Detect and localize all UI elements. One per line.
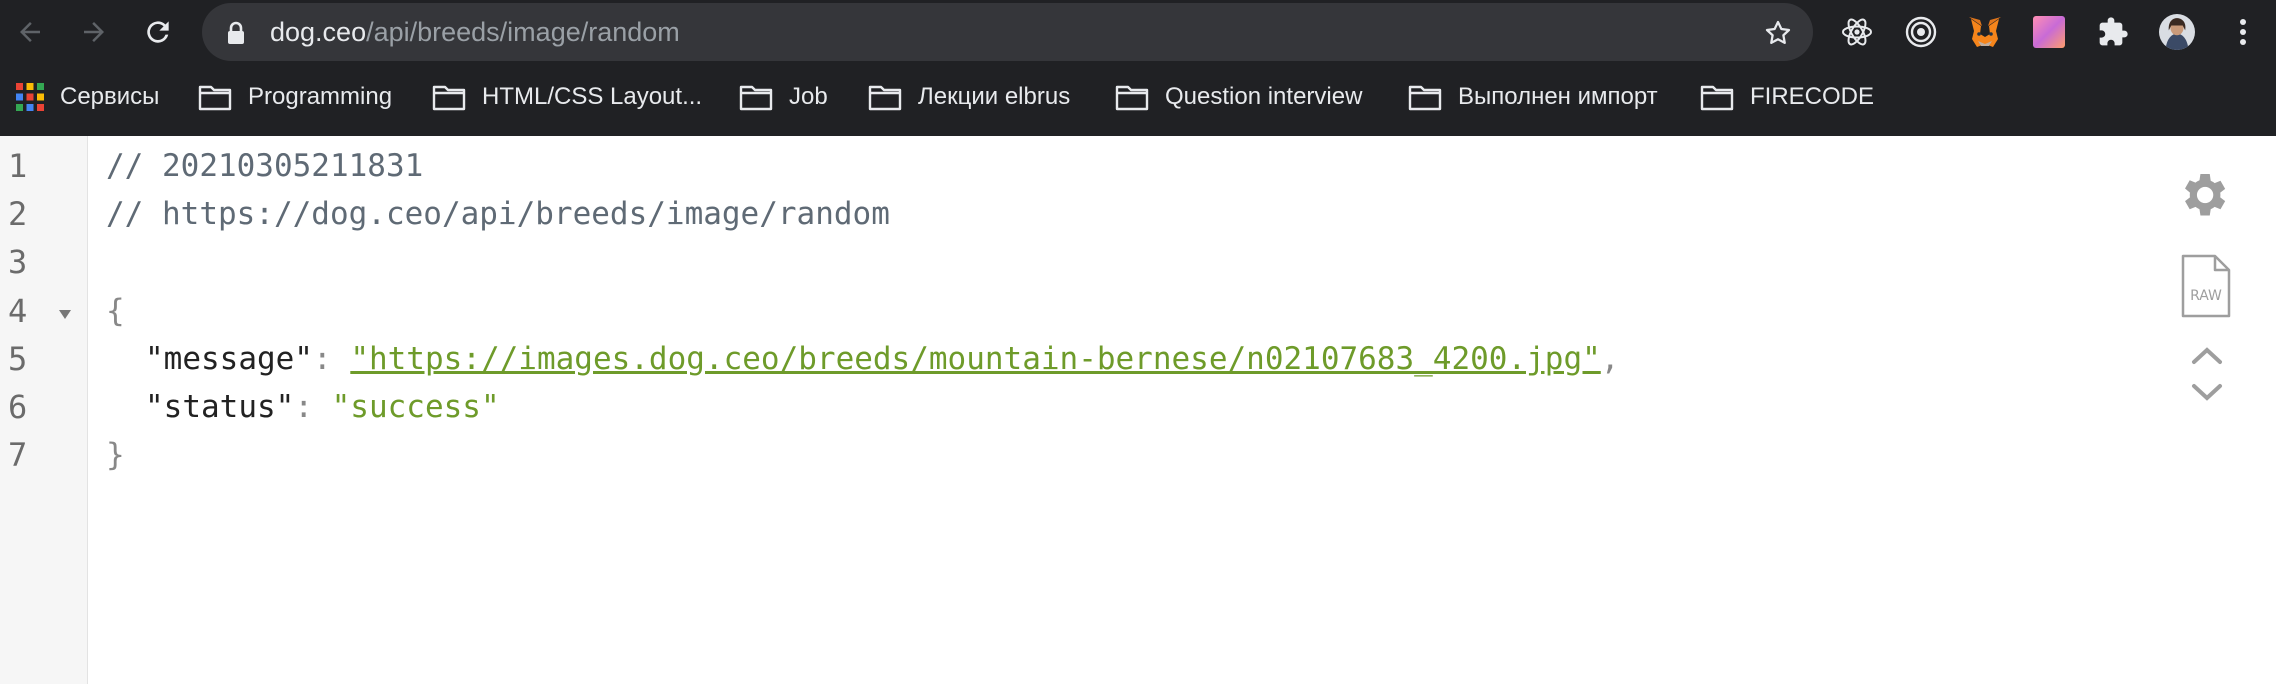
- react-devtools-icon[interactable]: [1839, 14, 1875, 50]
- line-number: 5: [8, 340, 28, 378]
- extensions-puzzle-icon[interactable]: [2095, 14, 2131, 50]
- reload-icon[interactable]: [140, 14, 176, 50]
- json-colon: :: [294, 389, 332, 425]
- json-entry-message: "message": "https://images.dog.ceo/breed…: [145, 341, 1619, 377]
- comment-timestamp: // 20210305211831: [106, 148, 424, 184]
- json-key: "status": [145, 389, 295, 425]
- line-number: 2: [8, 195, 28, 233]
- bookmark-folder-firecode[interactable]: FIRECODE: [1700, 68, 1874, 126]
- bookmarks-bar: Сервисы Programming HTML/CSS Layout... J…: [0, 68, 2276, 136]
- collapse-up-icon[interactable]: [2190, 344, 2224, 366]
- bookmark-folder-html-css[interactable]: HTML/CSS Layout...: [432, 68, 702, 126]
- json-close-brace: }: [106, 437, 125, 473]
- bookmark-label: FIRECODE: [1750, 83, 1875, 110]
- gradient-extension-icon[interactable]: [2031, 14, 2067, 50]
- bookmark-folder-programming[interactable]: Programming: [198, 68, 392, 126]
- json-comma: ,: [1600, 341, 1620, 377]
- apps-grid-icon: [16, 83, 44, 111]
- folder-icon: [1700, 85, 1734, 111]
- raw-view-button[interactable]: RAW: [2178, 254, 2232, 318]
- line-number: 4: [8, 292, 28, 330]
- line-number: 6: [8, 388, 28, 426]
- json-entry-status: "status": "success": [145, 389, 500, 425]
- bookmark-label: Question interview: [1165, 83, 1363, 110]
- json-string-value: "success": [331, 389, 500, 425]
- browser-menu-icon[interactable]: [2225, 14, 2261, 50]
- folder-icon: [739, 85, 773, 111]
- json-open-brace: {: [106, 293, 125, 329]
- raw-file-icon: RAW: [2181, 254, 2231, 318]
- profile-avatar[interactable]: [2159, 14, 2195, 50]
- bookmark-label: Сервисы: [60, 83, 160, 110]
- fold-toggle-icon[interactable]: [57, 306, 73, 322]
- bookmark-apps[interactable]: Сервисы: [16, 68, 159, 126]
- settings-gear-icon[interactable]: [2174, 166, 2232, 224]
- folder-icon: [1115, 85, 1149, 111]
- target-extension-icon[interactable]: [1903, 14, 1939, 50]
- bookmark-folder-imported[interactable]: Выполнен импорт: [1408, 68, 1658, 126]
- url-path: /api/breeds/image/random: [366, 17, 680, 47]
- bookmark-star-icon[interactable]: [1763, 18, 1793, 53]
- folder-icon: [432, 85, 466, 111]
- bookmark-label: Job: [789, 83, 828, 110]
- json-key: "message": [145, 341, 313, 377]
- back-arrow-icon[interactable]: [12, 14, 48, 50]
- address-bar[interactable]: dog.ceo/api/breeds/image/random: [202, 3, 1813, 61]
- url-text[interactable]: dog.ceo/api/breeds/image/random: [270, 3, 680, 61]
- json-colon: :: [312, 341, 351, 377]
- folder-icon: [868, 85, 902, 111]
- folder-icon: [198, 85, 232, 111]
- bookmark-label: HTML/CSS Layout...: [482, 83, 703, 110]
- line-number: 7: [8, 436, 28, 474]
- bookmark-label: Лекции elbrus: [918, 83, 1071, 110]
- bookmark-folder-question-interview[interactable]: Question interview: [1115, 68, 1362, 126]
- comment-url: // https://dog.ceo/api/breeds/image/rand…: [106, 196, 890, 232]
- bookmark-folder-job[interactable]: Job: [739, 68, 828, 126]
- folder-icon: [1408, 85, 1442, 111]
- url-host: dog.ceo: [270, 17, 367, 47]
- line-number: 3: [8, 243, 28, 281]
- browser-toolbar: dog.ceo/api/breeds/image/random: [0, 0, 2276, 68]
- metamask-fox-icon[interactable]: [1967, 14, 2003, 50]
- bookmark-folder-elbrus[interactable]: Лекции elbrus: [868, 68, 1070, 126]
- expand-down-icon[interactable]: [2190, 382, 2224, 404]
- bookmark-label: Programming: [248, 83, 393, 110]
- image-url-link[interactable]: "https://images.dog.ceo/breeds/mountain-…: [350, 341, 1600, 377]
- line-number: 1: [8, 147, 28, 185]
- forward-arrow-icon[interactable]: [76, 14, 112, 50]
- bookmark-label: Выполнен импорт: [1458, 83, 1658, 110]
- raw-label: RAW: [2190, 288, 2222, 304]
- lock-icon[interactable]: [226, 21, 246, 50]
